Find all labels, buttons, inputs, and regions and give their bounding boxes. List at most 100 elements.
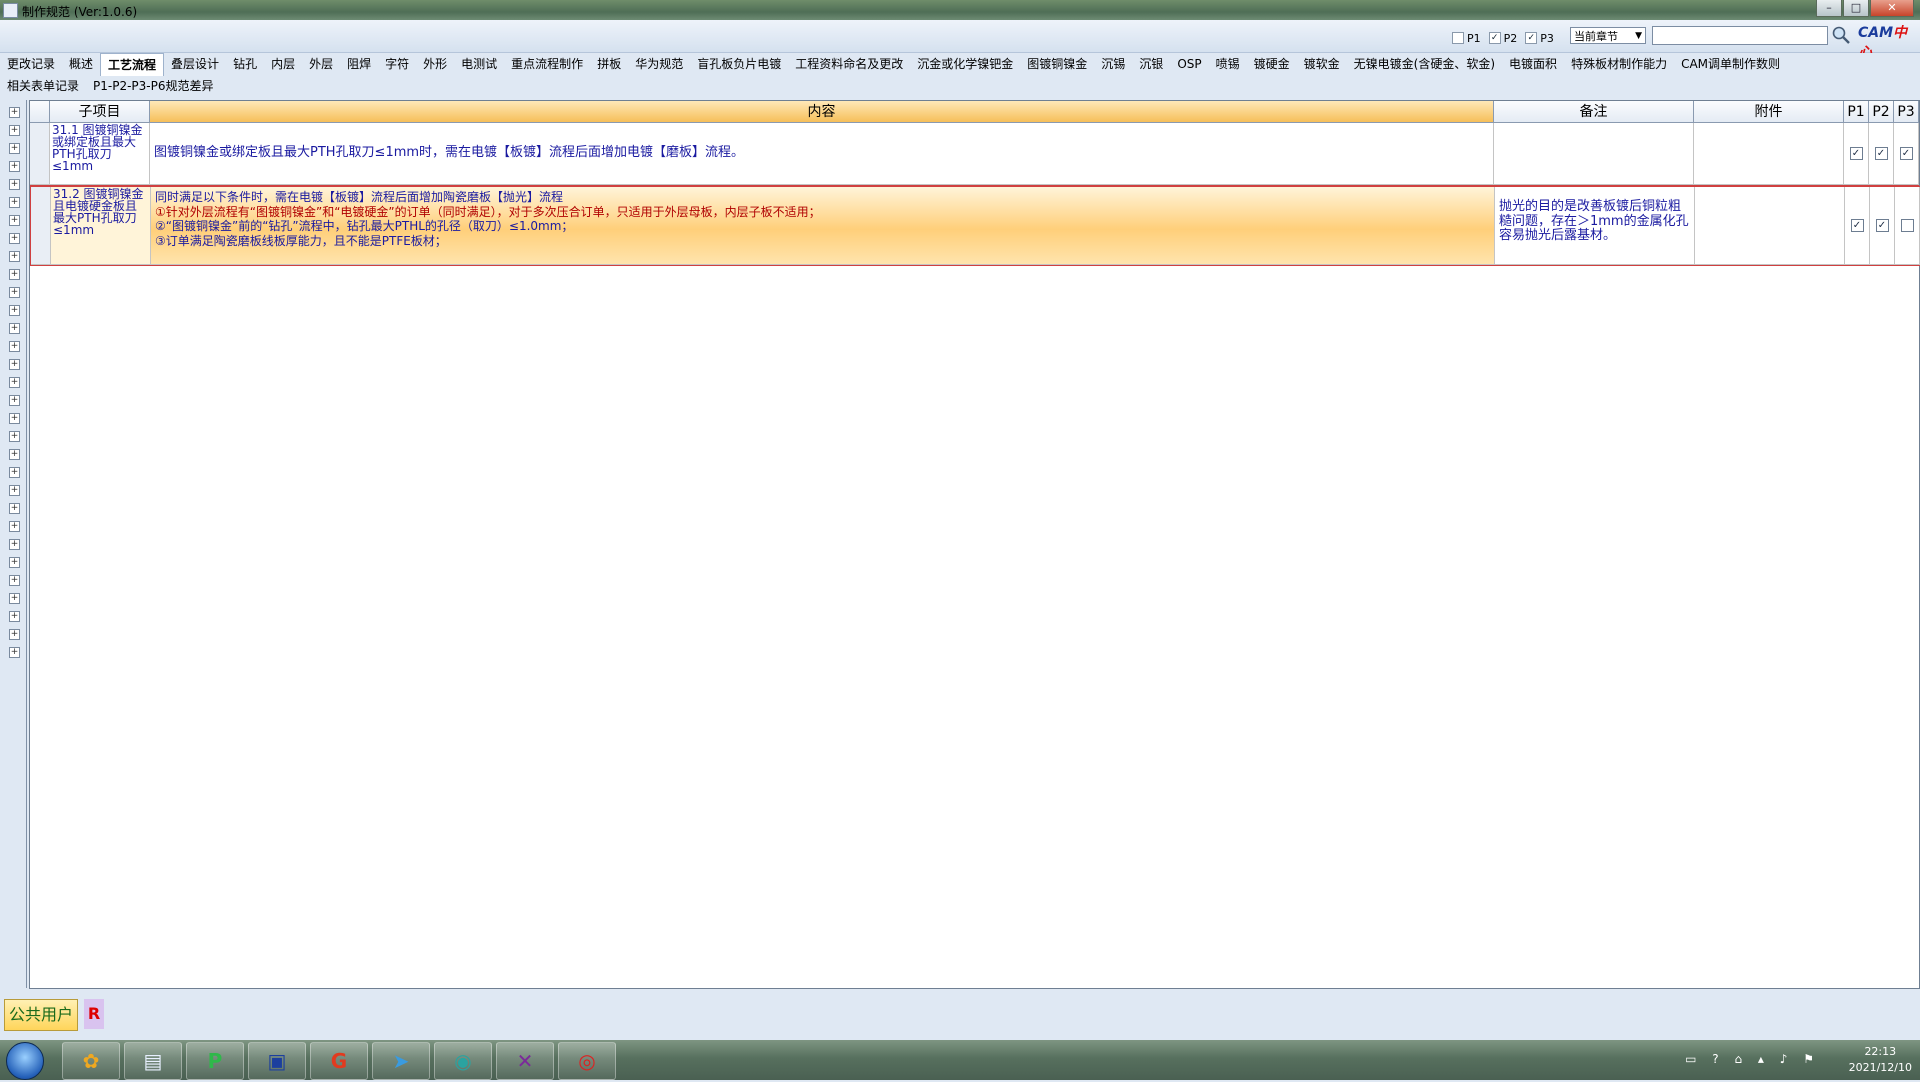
header-sub-item[interactable]: 子项目 xyxy=(50,101,150,123)
expand-icon[interactable]: + xyxy=(9,197,20,208)
expand-icon[interactable]: + xyxy=(9,593,20,604)
row-selector[interactable] xyxy=(31,187,51,265)
expand-icon[interactable]: + xyxy=(9,215,20,226)
p1-checkbox[interactable]: ✓ xyxy=(1849,147,1863,160)
header-note[interactable]: 备注 xyxy=(1494,101,1694,123)
attachment-cell[interactable] xyxy=(1694,123,1844,185)
sub-item-cell[interactable]: 31.1 图镀铜镍金或绑定板且最大PTH孔取刀≤1mm xyxy=(50,123,150,185)
expand-icon[interactable]: + xyxy=(9,575,20,586)
header-p1[interactable]: P1 xyxy=(1844,101,1869,123)
tab-tabs_row1-21[interactable]: 喷锡 xyxy=(1209,53,1247,75)
tab-tabs_row1-8[interactable]: 字符 xyxy=(378,53,416,75)
scope-select[interactable]: 当前章节 ▼ xyxy=(1570,27,1646,44)
tab-tabs_row1-4[interactable]: 钻孔 xyxy=(226,53,264,75)
expand-icon[interactable]: + xyxy=(9,359,20,370)
expand-icon[interactable]: + xyxy=(9,161,20,172)
table-row[interactable]: 31.1 图镀铜镍金或绑定板且最大PTH孔取刀≤1mm 图镀铜镍金或绑定板且最大… xyxy=(30,123,1919,186)
tab-tabs_row1-24[interactable]: 无镍电镀金(含硬金、软金) xyxy=(1347,53,1502,75)
filter-p2[interactable]: ✓ P2 xyxy=(1488,32,1517,45)
content-cell[interactable]: 图镀铜镍金或绑定板且最大PTH孔取刀≤1mm时，需在电镀【板镀】流程后面增加电镀… xyxy=(150,123,1494,185)
expand-icon[interactable]: + xyxy=(9,287,20,298)
expand-icon[interactable]: + xyxy=(9,413,20,424)
filter-p3-checkbox[interactable]: ✓ xyxy=(1525,32,1538,44)
p3-cell[interactable] xyxy=(1895,187,1920,265)
expand-icon[interactable]: + xyxy=(9,251,20,262)
expand-icon[interactable]: + xyxy=(9,341,20,352)
tab-tabs_row2-1[interactable]: P1-P2-P3-P6规范差异 xyxy=(86,75,220,97)
filter-p2-checkbox[interactable]: ✓ xyxy=(1488,32,1501,44)
tab-tabs_row1-20[interactable]: OSP xyxy=(1170,53,1208,75)
p2-checkbox[interactable]: ✓ xyxy=(1874,147,1888,160)
x-app-icon[interactable]: ✕ xyxy=(496,1042,554,1080)
expand-icon[interactable]: + xyxy=(9,629,20,640)
tab-tabs_row1-19[interactable]: 沉银 xyxy=(1132,53,1170,75)
document-icon[interactable]: ▤ xyxy=(124,1042,182,1080)
current-user-badge[interactable]: 公共用户 xyxy=(4,999,79,1031)
start-button[interactable] xyxy=(6,1042,44,1080)
tab-tabs_row1-11[interactable]: 重点流程制作 xyxy=(504,53,590,75)
expand-icon[interactable]: + xyxy=(9,125,20,136)
header-corner[interactable] xyxy=(30,101,50,123)
tab-tabs_row1-25[interactable]: 电镀面积 xyxy=(1502,53,1564,75)
expand-icon[interactable]: + xyxy=(9,323,20,334)
header-p2[interactable]: P2 xyxy=(1869,101,1894,123)
tab-tabs_row1-15[interactable]: 工程资料命名及更改 xyxy=(788,53,910,75)
header-attachment[interactable]: 附件 xyxy=(1694,101,1844,123)
floppy-disk-icon[interactable]: ▣ xyxy=(248,1042,306,1080)
note-cell[interactable] xyxy=(1494,123,1694,185)
target-app-icon[interactable]: ◎ xyxy=(558,1042,616,1080)
expand-icon[interactable]: + xyxy=(9,233,20,244)
minimize-button[interactable]: – xyxy=(1816,0,1842,17)
tab-tabs_row2-0[interactable]: 相关表单记录 xyxy=(0,75,86,97)
tab-tabs_row1-1[interactable]: 概述 xyxy=(62,53,100,75)
tab-tabs_row1-5[interactable]: 内层 xyxy=(264,53,302,75)
tab-tabs_row1-6[interactable]: 外层 xyxy=(302,53,340,75)
expand-icon[interactable]: + xyxy=(9,485,20,496)
p2-cell[interactable]: ✓ xyxy=(1869,123,1894,185)
eye-app-icon[interactable]: ◉ xyxy=(434,1042,492,1080)
expand-icon[interactable]: + xyxy=(9,377,20,388)
tab-tabs_row1-2[interactable]: 工艺流程 xyxy=(100,53,165,76)
tab-tabs_row1-10[interactable]: 电测试 xyxy=(454,53,504,75)
p1-cell[interactable]: ✓ xyxy=(1844,123,1869,185)
tab-tabs_row1-22[interactable]: 镀硬金 xyxy=(1247,53,1297,75)
clock[interactable]: 22:13 2021/12/10 xyxy=(1849,1044,1912,1076)
row-selector[interactable] xyxy=(30,123,50,185)
filter-p1-checkbox[interactable] xyxy=(1452,32,1464,44)
p2-cell[interactable]: ✓ xyxy=(1870,187,1895,265)
p3-checkbox[interactable] xyxy=(1900,219,1914,232)
expand-icon[interactable]: + xyxy=(9,395,20,406)
expand-icon[interactable]: + xyxy=(9,647,20,658)
search-input[interactable] xyxy=(1652,26,1828,45)
expand-icon[interactable]: + xyxy=(9,179,20,190)
maximize-button[interactable]: □ xyxy=(1843,0,1869,17)
expand-icon[interactable]: + xyxy=(9,557,20,568)
tab-tabs_row1-26[interactable]: 特殊板材制作能力 xyxy=(1564,53,1674,75)
tab-tabs_row1-14[interactable]: 盲孔板负片电镀 xyxy=(690,53,788,75)
attachment-cell[interactable] xyxy=(1695,187,1845,265)
expand-icon[interactable]: + xyxy=(9,467,20,478)
tab-tabs_row1-12[interactable]: 拼板 xyxy=(590,53,628,75)
tab-tabs_row1-3[interactable]: 叠层设计 xyxy=(164,53,226,75)
expand-icon[interactable]: + xyxy=(9,449,20,460)
g-app-icon[interactable]: G xyxy=(310,1042,368,1080)
expand-icon[interactable]: + xyxy=(9,107,20,118)
close-button[interactable]: ✕ xyxy=(1870,0,1914,17)
expand-icon[interactable]: + xyxy=(9,611,20,622)
tab-tabs_row1-17[interactable]: 图镀铜镍金 xyxy=(1020,53,1094,75)
paper-plane-icon[interactable]: ➤ xyxy=(372,1042,430,1080)
tab-tabs_row1-7[interactable]: 阻焊 xyxy=(340,53,378,75)
content-cell[interactable]: 同时满足以下条件时，需在电镀【板镀】流程后面增加陶瓷磨板【抛光】流程 ①针对外层… xyxy=(151,187,1495,265)
sunflower-icon[interactable]: ✿ xyxy=(62,1042,120,1080)
table-row[interactable]: 31.2 图镀铜镍金且电镀硬金板且最大PTH孔取刀≤1mm 同时满足以下条件时，… xyxy=(30,186,1920,266)
expand-icon[interactable]: + xyxy=(9,143,20,154)
tab-tabs_row1-27[interactable]: CAM调单制作数则 xyxy=(1674,53,1787,75)
search-icon[interactable] xyxy=(1831,25,1851,45)
p3-checkbox[interactable]: ✓ xyxy=(1899,147,1913,160)
tab-tabs_row1-0[interactable]: 更改记录 xyxy=(0,53,62,75)
note-cell[interactable]: 抛光的目的是改善板镀后铜粒粗糙问题，存在＞1mm的金属化孔容易抛光后露基材。 xyxy=(1495,187,1695,265)
sub-item-cell[interactable]: 31.2 图镀铜镍金且电镀硬金板且最大PTH孔取刀≤1mm xyxy=(51,187,151,265)
tab-tabs_row1-23[interactable]: 镀软金 xyxy=(1297,53,1347,75)
p3-cell[interactable]: ✓ xyxy=(1894,123,1919,185)
system-tray-icons[interactable]: ▭ ? ⌂ ▴ ♪ ⚑ xyxy=(1685,1052,1820,1066)
